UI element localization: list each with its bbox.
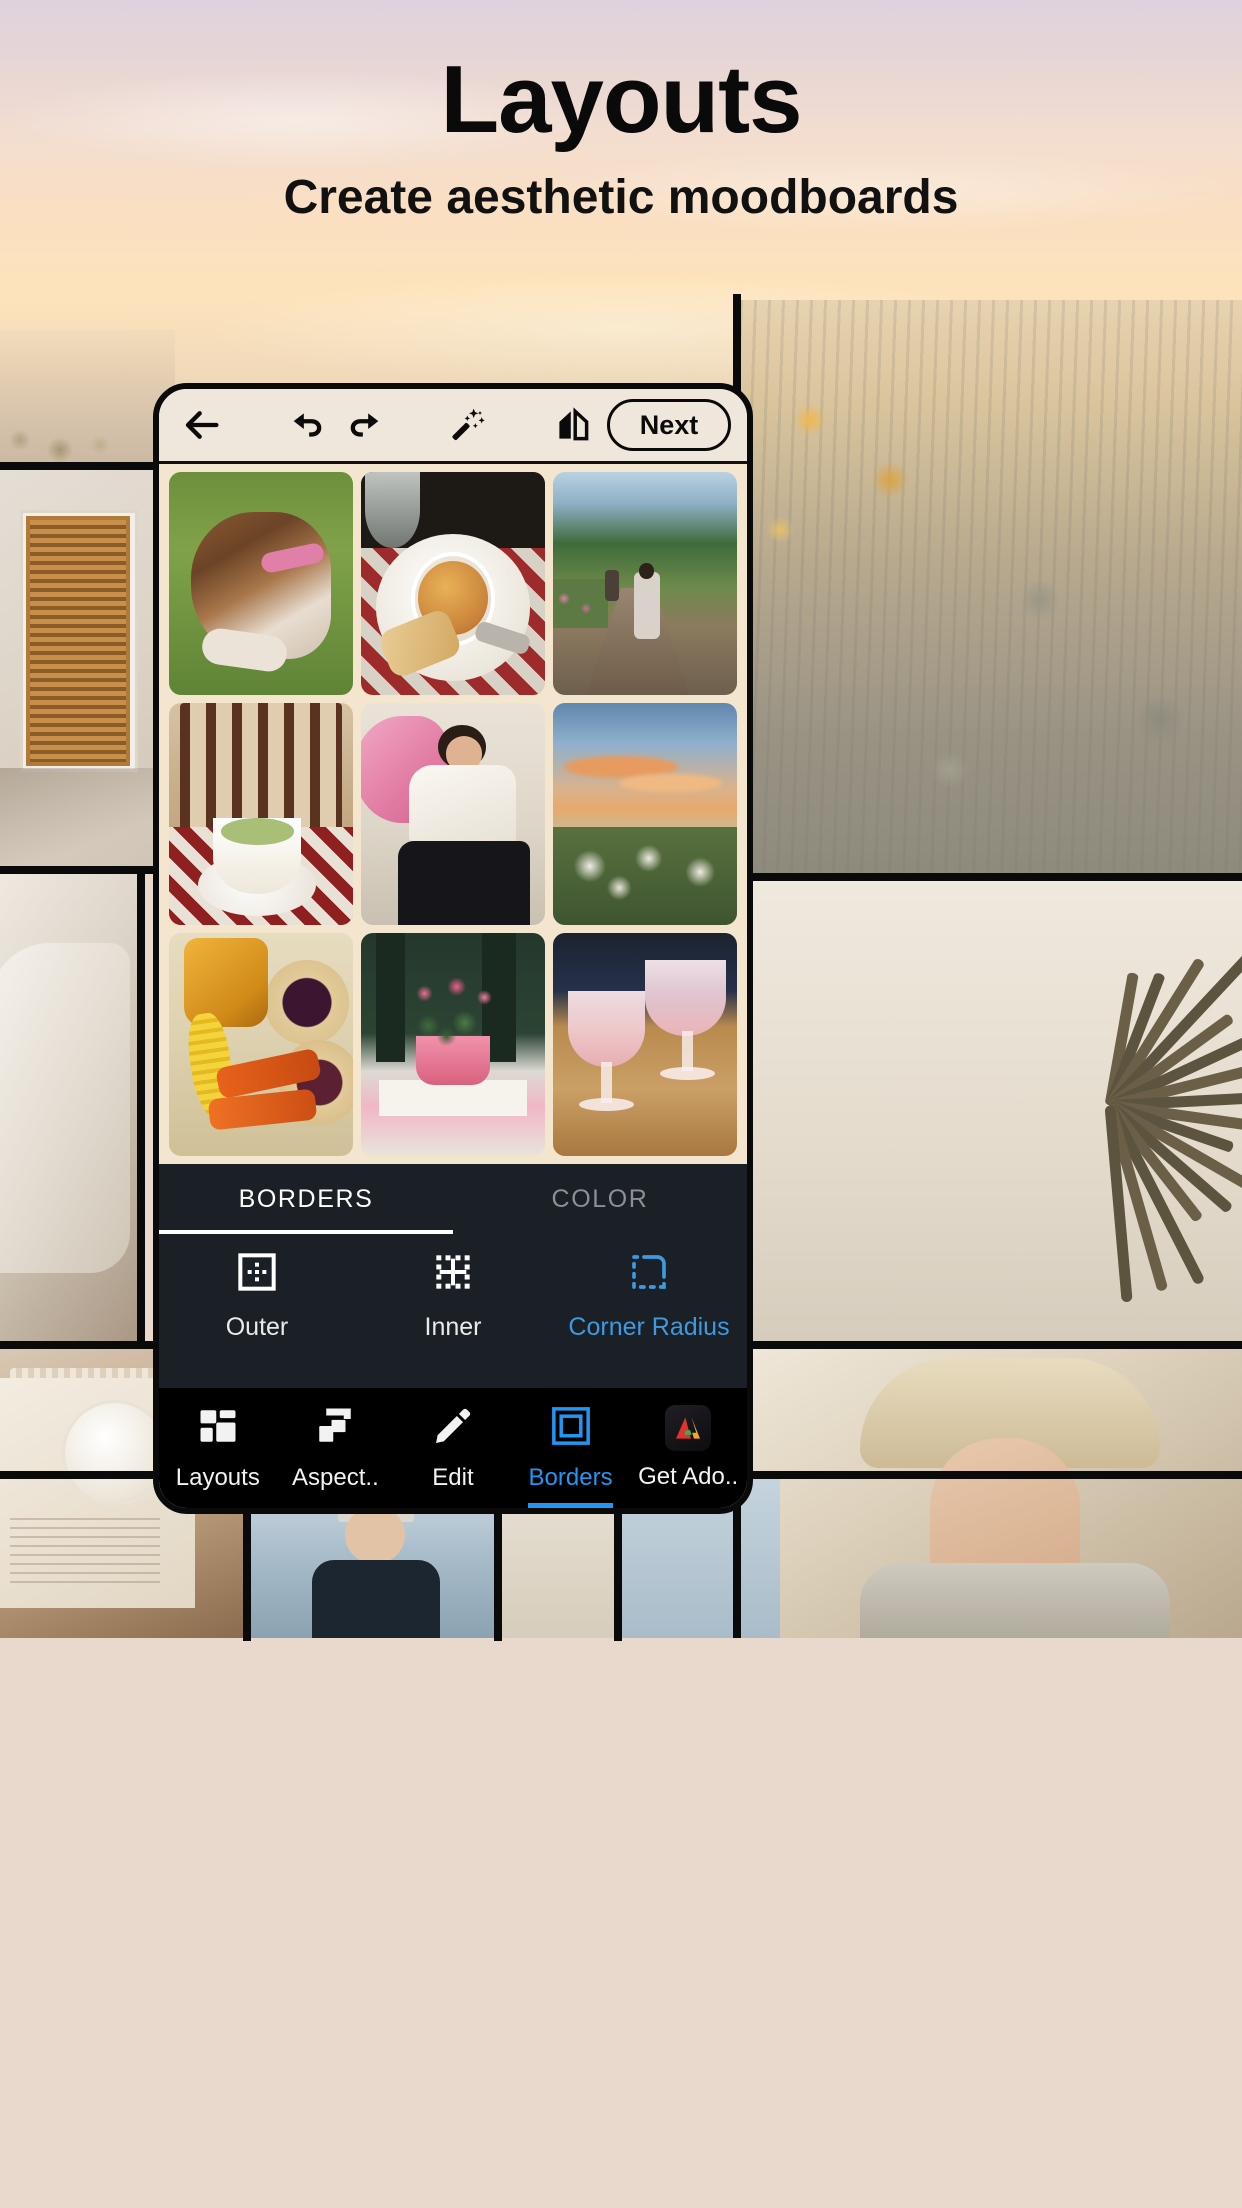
nav-label-layouts: Layouts — [176, 1464, 260, 1492]
nav-label-get-adobe: Get Ado.. — [638, 1463, 738, 1491]
bg-treeline-left — [0, 330, 175, 470]
nav-label-edit: Edit — [432, 1464, 473, 1492]
promo-title: Layouts — [0, 52, 1242, 148]
aspect-ratio-icon — [314, 1405, 356, 1452]
photo-tile[interactable] — [169, 933, 353, 1156]
bg-gridline — [0, 462, 175, 470]
nav-item-get-adobe[interactable]: Get Ado.. — [629, 1388, 747, 1508]
collage-canvas[interactable] — [159, 464, 747, 1164]
redo-icon[interactable] — [343, 404, 385, 446]
pencil-edit-icon — [432, 1405, 474, 1452]
nav-item-layouts[interactable]: Layouts — [159, 1388, 277, 1508]
photo-tile[interactable] — [553, 472, 737, 695]
photo-grid — [169, 472, 737, 1156]
arrow-left-icon[interactable] — [181, 403, 225, 447]
outer-border-icon — [237, 1252, 277, 1297]
app-toolbar: Next — [159, 389, 747, 461]
bg-gridline — [733, 873, 1242, 881]
magic-wand-icon[interactable] — [447, 404, 489, 446]
tool-inner-label: Inner — [425, 1313, 482, 1342]
bg-photo-autumn-forest — [740, 300, 1242, 880]
tool-corner-radius[interactable]: Corner Radius — [551, 1252, 747, 1384]
adobe-logo-icon — [665, 1405, 711, 1451]
nav-item-borders[interactable]: Borders — [512, 1388, 630, 1508]
tool-outer-label: Outer — [226, 1313, 289, 1342]
undo-icon[interactable] — [287, 404, 329, 446]
panel-tabs: BORDERS COLOR — [159, 1164, 747, 1234]
bottom-nav: Layouts Aspect.. Edit Borders Get Ado.. — [159, 1388, 747, 1508]
nav-label-aspect: Aspect.. — [292, 1464, 379, 1492]
bg-gridline — [733, 1341, 1242, 1349]
bg-photo-person-couch — [0, 873, 145, 1348]
tool-inner[interactable]: Inner — [355, 1252, 551, 1384]
nav-item-edit[interactable]: Edit — [394, 1388, 512, 1508]
tool-outer[interactable]: Outer — [159, 1252, 355, 1384]
bg-photo-shutter-window — [0, 468, 172, 873]
bg-photo-palm — [740, 880, 1242, 1350]
bg-gridline — [0, 866, 175, 874]
nav-item-aspect[interactable]: Aspect.. — [277, 1388, 395, 1508]
tab-borders[interactable]: BORDERS — [159, 1164, 453, 1234]
mirror-flip-icon[interactable] — [553, 405, 593, 445]
inner-border-icon — [433, 1252, 473, 1297]
photo-tile[interactable] — [169, 472, 353, 695]
photo-tile[interactable] — [361, 703, 545, 926]
borders-panel: BORDERS COLOR Outer Inner Corner Radius — [159, 1164, 747, 1400]
photo-tile[interactable] — [553, 703, 737, 926]
corner-radius-icon — [629, 1252, 669, 1297]
photo-tile[interactable] — [169, 703, 353, 926]
layouts-grid-icon — [197, 1405, 239, 1452]
nav-label-borders: Borders — [529, 1464, 613, 1492]
photo-tile[interactable] — [553, 933, 737, 1156]
promo-subtitle: Create aesthetic moodboards — [0, 170, 1242, 225]
photo-tile[interactable] — [361, 933, 545, 1156]
photo-tile[interactable] — [361, 472, 545, 695]
border-tools: Outer Inner Corner Radius — [159, 1234, 747, 1384]
bg-gridline — [137, 866, 145, 1348]
borders-square-icon — [550, 1405, 592, 1452]
phone-mockup: Next BORDERS COLOR Outer Inner Corner Ra… — [153, 383, 753, 1514]
bg-photo-person-hat — [740, 1348, 1242, 1638]
tab-color[interactable]: COLOR — [453, 1164, 747, 1234]
next-button[interactable]: Next — [607, 399, 731, 451]
tool-corner-radius-label: Corner Radius — [568, 1313, 729, 1342]
